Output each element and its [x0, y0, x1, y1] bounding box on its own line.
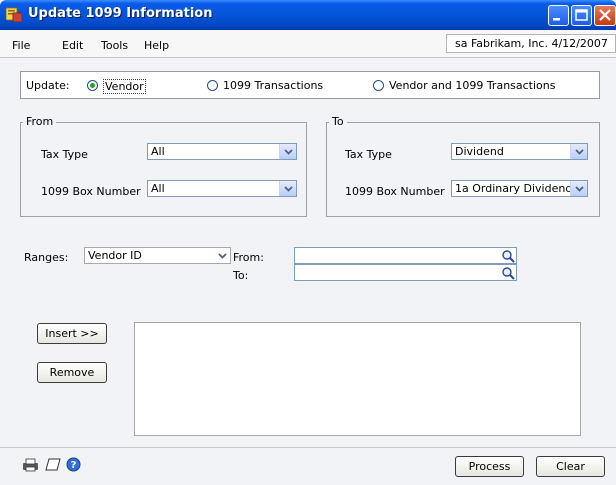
note-icon[interactable]	[44, 457, 62, 472]
from-box-number-label: 1099 Box Number	[41, 185, 141, 198]
close-icon	[599, 9, 611, 21]
chevron-down-icon[interactable]	[279, 144, 296, 159]
to-box-number-label: 1099 Box Number	[345, 185, 445, 198]
restrictions-list[interactable]	[134, 322, 581, 436]
radio-1099-transactions-label[interactable]: 1099 Transactions	[223, 79, 323, 92]
svg-text:?: ?	[71, 460, 77, 471]
process-button-label: Process	[468, 460, 511, 473]
minimize-button[interactable]	[548, 5, 569, 26]
update-options-box: Update: Vendor 1099 Transactions Vendor …	[20, 71, 600, 99]
from-tax-type-value: All	[151, 145, 165, 158]
lookup-icon[interactable]	[500, 265, 516, 280]
maximize-button[interactable]	[571, 5, 592, 26]
radio-1099-transactions[interactable]	[207, 80, 218, 91]
help-icon[interactable]: ?	[66, 457, 81, 472]
maximize-icon	[575, 9, 588, 21]
range-to-label: To:	[233, 269, 249, 282]
from-box-number-value: All	[151, 182, 165, 195]
remove-button[interactable]: Remove	[37, 362, 107, 383]
to-group: To Tax Type Dividend 1099 Box Number 1a …	[326, 115, 600, 217]
insert-button[interactable]: Insert >>	[37, 323, 107, 344]
radio-vendor[interactable]	[87, 80, 98, 91]
chevron-down-icon[interactable]	[279, 181, 296, 196]
menu-bar: File Edit Tools Help sa Fabrikam, Inc. 4…	[0, 30, 616, 58]
chevron-down-icon[interactable]	[570, 144, 587, 159]
radio-selected-dot	[90, 83, 95, 88]
range-from-label: From:	[233, 251, 264, 264]
ranges-select[interactable]: Vendor ID	[84, 247, 231, 264]
from-group-title: From	[23, 115, 57, 128]
clear-button[interactable]: Clear	[536, 456, 605, 477]
close-button[interactable]	[594, 5, 616, 26]
process-button[interactable]: Process	[455, 456, 524, 477]
menu-help[interactable]: Help	[144, 39, 169, 52]
remove-button-label: Remove	[49, 366, 95, 379]
to-box-number-select[interactable]: 1a Ordinary Dividends	[451, 180, 588, 197]
clear-button-label: Clear	[556, 460, 585, 473]
menu-edit[interactable]: Edit	[62, 39, 83, 52]
footer-divider	[0, 447, 616, 448]
insert-button-label: Insert >>	[45, 327, 99, 340]
title-bar[interactable]: Update 1099 Information	[0, 0, 616, 30]
range-to-input[interactable]	[294, 264, 517, 281]
user-company-date: sa Fabrikam, Inc. 4/12/2007	[446, 34, 616, 53]
range-from-input[interactable]	[294, 247, 517, 264]
to-tax-type-label: Tax Type	[345, 148, 392, 161]
app-icon	[6, 7, 22, 22]
lookup-icon[interactable]	[500, 248, 516, 263]
from-group: From Tax Type All 1099 Box Number All	[20, 115, 307, 217]
chevron-down-icon[interactable]	[570, 181, 587, 196]
ranges-label: Ranges:	[24, 251, 69, 264]
to-box-number-value: 1a Ordinary Dividends	[455, 182, 579, 195]
from-tax-type-label: Tax Type	[41, 148, 88, 161]
minimize-icon	[553, 18, 560, 21]
update-label: Update:	[26, 79, 70, 92]
from-tax-type-select[interactable]: All	[147, 143, 297, 160]
radio-vendor-and-1099[interactable]	[373, 80, 384, 91]
window-title: Update 1099 Information	[28, 6, 213, 21]
to-group-title: To	[329, 115, 347, 128]
ranges-value: Vendor ID	[88, 249, 142, 262]
printer-icon[interactable]	[22, 458, 40, 472]
to-tax-type-value: Dividend	[455, 145, 504, 158]
menu-tools[interactable]: Tools	[101, 39, 128, 52]
menu-file[interactable]: File	[12, 39, 30, 52]
radio-vendor-label[interactable]: Vendor	[103, 79, 146, 94]
from-box-number-select[interactable]: All	[147, 180, 297, 197]
radio-vendor-and-1099-label[interactable]: Vendor and 1099 Transactions	[389, 79, 555, 92]
update-1099-window: Update 1099 Information File Edit Tools …	[0, 0, 616, 485]
chevron-down-icon[interactable]	[214, 248, 230, 263]
to-tax-type-select[interactable]: Dividend	[451, 143, 588, 160]
